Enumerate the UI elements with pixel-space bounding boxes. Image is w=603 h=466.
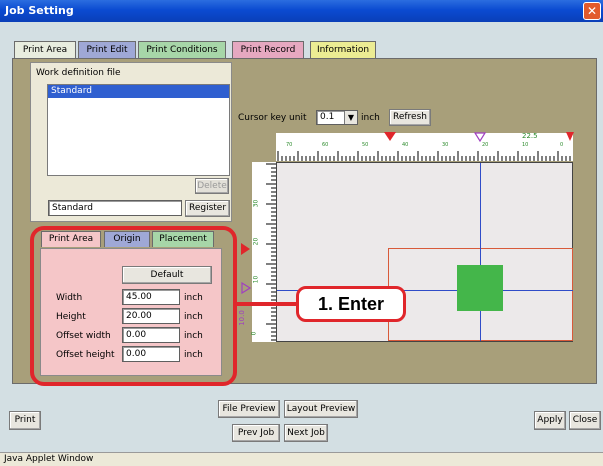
close-button[interactable]: Close <box>569 411 601 430</box>
next-job-button[interactable]: Next Job <box>284 424 328 442</box>
job-image-preview[interactable] <box>457 265 503 311</box>
tab-print-conditions[interactable]: Print Conditions <box>138 41 226 58</box>
tick-label: 20 <box>252 237 260 246</box>
cursor-unit-value: 0.1 <box>320 112 335 122</box>
tick-label: 60 <box>322 142 329 148</box>
delete-button[interactable]: Delete <box>195 178 229 194</box>
tab-information[interactable]: Information <box>310 41 376 58</box>
origin-marker-icon <box>384 132 396 141</box>
tab-label: Print Edit <box>86 45 128 55</box>
work-file-list[interactable]: Standard <box>47 84 230 176</box>
register-button[interactable]: Register <box>185 200 230 217</box>
tick-label: 10 <box>252 275 260 284</box>
tick-label: 30 <box>252 199 260 208</box>
cursor-unit-select[interactable]: 0.1 ▼ <box>316 110 358 125</box>
chevron-down-icon[interactable]: ▼ <box>344 111 357 124</box>
tab-print-area[interactable]: Print Area <box>14 41 76 58</box>
cursor-unit-label: inch <box>361 113 380 123</box>
work-file-name-input[interactable]: Standard <box>48 200 182 216</box>
window-title-bar: Job Setting <box>0 0 603 22</box>
close-window-button[interactable]: ✕ <box>583 2 601 20</box>
left-origin-marker-icon <box>241 243 250 255</box>
apply-button[interactable]: Apply <box>534 411 566 430</box>
tick-label: 10 <box>522 142 529 148</box>
callout-label: 1. Enter <box>296 286 406 322</box>
cursor-key-unit-label: Cursor key unit <box>238 113 307 123</box>
list-item[interactable]: Standard <box>48 85 229 98</box>
tick-label: 40 <box>402 142 409 148</box>
refresh-button[interactable]: Refresh <box>389 109 431 126</box>
tick-label: 30 <box>442 142 449 148</box>
tab-label: Print Area <box>22 45 68 55</box>
tick-label: 70 <box>286 142 293 148</box>
left-offset-marker-icon <box>241 282 251 294</box>
left-ruler <box>252 162 276 342</box>
tab-label: Print Conditions <box>146 45 218 55</box>
status-bar: Java Applet Window <box>0 452 603 466</box>
end-marker-icon <box>566 132 574 141</box>
file-preview-button[interactable]: File Preview <box>218 400 280 418</box>
callout-connector <box>237 302 299 306</box>
tick-label: 0 <box>250 331 258 336</box>
vertical-guide-line <box>480 163 481 341</box>
tick-label: 50 <box>362 142 369 148</box>
tab-label: Information <box>316 45 370 55</box>
tab-label: Print Record <box>240 45 296 55</box>
top-ruler-value: 22.5 <box>522 132 538 140</box>
tick-label: 0 <box>560 142 564 148</box>
tab-print-record[interactable]: Print Record <box>232 41 304 58</box>
close-icon: ✕ <box>586 4 598 18</box>
left-ruler-ticks <box>266 163 276 341</box>
print-button[interactable]: Print <box>9 411 41 430</box>
layout-preview-button[interactable]: Layout Preview <box>284 400 358 418</box>
tick-label: 20 <box>482 142 489 148</box>
callout-highlight-frame <box>30 226 237 386</box>
tab-print-edit[interactable]: Print Edit <box>78 41 136 58</box>
work-definition-label: Work definition file <box>36 68 121 78</box>
prev-job-button[interactable]: Prev Job <box>232 424 280 442</box>
status-text: Java Applet Window <box>4 454 94 464</box>
left-ruler-value: 10.0 <box>237 310 246 326</box>
offset-marker-icon <box>474 132 486 142</box>
window-title: Job Setting <box>5 4 74 17</box>
